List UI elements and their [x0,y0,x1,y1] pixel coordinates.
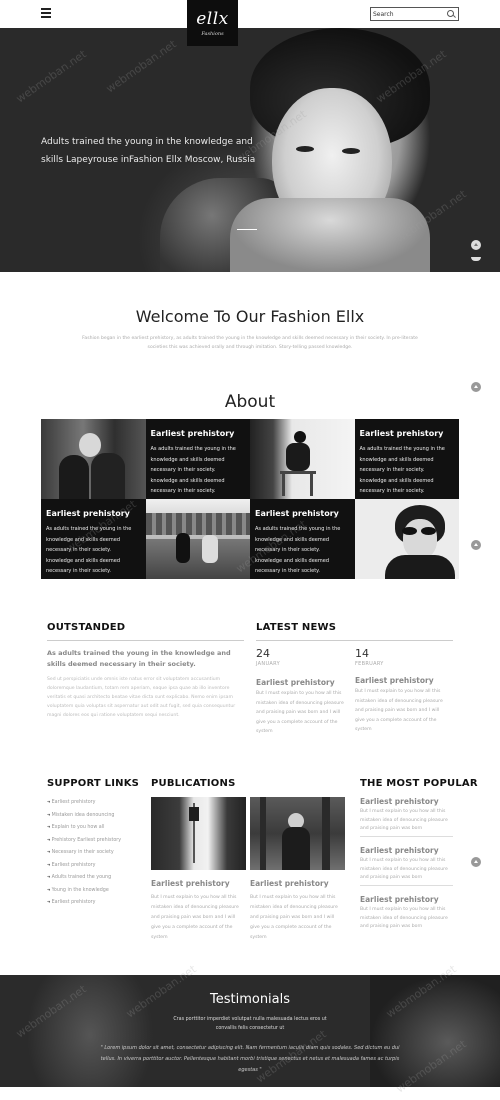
popular-item-body: But I must explain to you how all this m… [360,858,448,880]
divider [256,640,453,641]
about-tile[interactable]: Earliest prehistory As adults trained th… [145,419,250,499]
support-link[interactable]: Earliest prehistory [47,796,137,809]
about-photo-sunglasses [354,499,459,579]
publication-image-forest[interactable] [250,797,345,870]
popular-item-title[interactable]: Earliest prehistory [360,895,439,904]
publication-title[interactable]: Earliest prehistory [250,879,329,888]
divider [360,885,453,886]
testimonial-quote: " Lorem ipsum dolor sit amet, consectetu… [100,1045,400,1073]
testimonials-section: Testimonials Cras porttitor imperdiet vo… [0,975,500,1087]
testimonials-subtitle: Cras porttitor imperdiet volutpat nulla … [173,1017,327,1031]
support-link[interactable]: Adults trained the young [47,871,137,884]
divider [47,640,244,641]
publication-body: But I must explain to you how all this m… [250,895,338,940]
scroll-up-icon[interactable] [471,857,481,867]
hero-image-eye [342,148,360,154]
publication-title[interactable]: Earliest prehistory [151,879,230,888]
hero-image-eye [296,146,314,152]
support-link[interactable]: Young in the knowledge [47,884,137,897]
popular-item-title[interactable]: Earliest prehistory [360,846,439,855]
menu-icon[interactable] [41,8,51,18]
support-link[interactable]: Prehistory Earliest prehistory [47,834,137,847]
support-link[interactable]: Necessary in their society [47,846,137,859]
news-item-title[interactable]: Earliest prehistory [256,678,335,687]
about-tile-title: Earliest prehistory [255,509,339,518]
about-tile-title: Earliest prehistory [359,429,444,438]
about-tile-body: As adults trained the young in the knowl… [150,446,236,494]
news-day: 24 [256,647,270,660]
testimonials-title: Testimonials [209,992,291,1007]
news-month: FEBRUARY [355,661,384,667]
support-link[interactable]: Earliest prehistory [47,896,137,909]
about-photo-studio [250,419,355,499]
divider [360,836,453,837]
logo[interactable]: ellx Fashions [187,0,238,46]
publications-title: PUBLICATIONS [151,778,236,789]
hero-image-hands [230,198,430,272]
scroll-up-icon[interactable] [471,540,481,550]
support-link[interactable]: Mistaken idea denouncing [47,809,137,822]
news-title: LATEST NEWS [256,622,337,633]
support-links-list: Earliest prehistory Mistaken idea denoun… [47,796,137,909]
search-box [370,7,459,21]
support-link[interactable]: Earliest prehistory [47,859,137,872]
popular-item-body: But I must explain to you how all this m… [360,809,448,831]
publication-image-suit[interactable] [151,797,246,870]
about-tile-body: As adults trained the young in the knowl… [46,526,132,574]
news-month: JANUARY [256,661,280,667]
welcome-title: Welcome To Our Fashion Ellx [135,307,365,326]
support-title: SUPPORT LINKS [47,778,140,789]
publication-body: But I must explain to you how all this m… [151,895,239,940]
popular-item-title[interactable]: Earliest prehistory [360,797,439,806]
news-item-title[interactable]: Earliest prehistory [355,676,434,685]
hero-slide-indicator[interactable] [237,229,257,230]
logo-main: ellx [196,9,229,29]
about-tile[interactable]: Earliest prehistory As adults trained th… [41,499,146,579]
outstanded-title: OUTSTANDED [47,622,126,633]
about-tile[interactable]: Earliest prehistory As adults trained th… [250,499,355,579]
slider-up-icon[interactable] [471,240,481,250]
about-tile-title: Earliest prehistory [150,429,235,438]
hero-banner: Adults trained the young in the knowledg… [0,28,500,272]
about-tile-title: Earliest prehistory [46,509,130,518]
news-item-body: But I must explain to you how all this m… [355,689,443,732]
header: ellx Fashions [0,0,500,46]
support-link[interactable]: Explain to you how all [47,821,137,834]
slider-down-icon[interactable] [471,257,481,261]
page: ellx Fashions Adults trained the young i… [0,0,500,1100]
scroll-up-icon[interactable] [471,382,481,392]
about-photo-street [145,499,250,579]
about-tile-body: As adults trained the young in the knowl… [359,446,445,494]
hero-caption: Adults trained the young in the knowledg… [41,137,256,165]
about-title: About [224,392,276,412]
popular-item-body: But I must explain to you how all this m… [360,907,448,929]
popular-title: THE MOST POPULAR [360,778,478,789]
about-grid: Earliest prehistory As adults trained th… [41,419,459,579]
about-photo-couple [41,419,146,499]
search-icon[interactable] [447,10,454,17]
outstanded-lead: As adults trained the young in the knowl… [47,649,231,668]
news-item-body: But I must explain to you how all this m… [256,691,344,734]
news-day: 14 [355,647,369,660]
logo-sub: Fashions [201,31,224,37]
search-input[interactable] [373,9,443,19]
outstanded-body: Sed ut perspiciatis unde omnis iste natu… [47,677,236,718]
about-tile[interactable]: Earliest prehistory As adults trained th… [354,419,459,499]
about-tile-body: As adults trained the young in the knowl… [255,526,341,574]
welcome-text: Fashion began in the earliest prehistory… [82,336,418,350]
